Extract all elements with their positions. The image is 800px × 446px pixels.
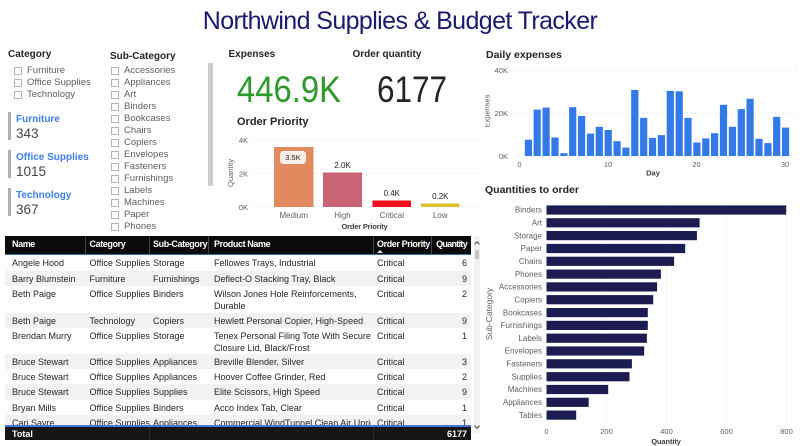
svg-text:20: 20 <box>692 160 700 169</box>
svg-text:10: 10 <box>604 160 612 169</box>
svg-text:Furnishings: Furnishings <box>501 321 542 330</box>
svg-text:Fasteners: Fasteners <box>506 360 542 369</box>
svg-text:2K: 2K <box>239 170 248 179</box>
svg-text:Medium: Medium <box>279 211 308 220</box>
svg-text:Supplies: Supplies <box>511 372 542 381</box>
svg-text:Quantity: Quantity <box>651 437 682 446</box>
svg-text:Storage: Storage <box>514 231 543 240</box>
svg-text:Envelopes: Envelopes <box>505 347 542 356</box>
svg-text:Machines: Machines <box>508 385 542 394</box>
svg-text:0K: 0K <box>499 152 508 161</box>
svg-text:446.9K: 446.9K <box>237 69 341 110</box>
svg-text:0: 0 <box>544 427 548 436</box>
svg-text:Bookcases: Bookcases <box>503 308 542 317</box>
svg-text:40K: 40K <box>495 66 508 75</box>
svg-text:200: 200 <box>600 427 613 436</box>
svg-text:Day: Day <box>646 169 661 178</box>
svg-text:Art: Art <box>532 219 543 228</box>
svg-text:Order Priority: Order Priority <box>342 222 389 231</box>
svg-text:30: 30 <box>781 160 789 169</box>
svg-text:Labels: Labels <box>518 334 542 343</box>
svg-text:Chairs: Chairs <box>519 257 542 266</box>
svg-text:Binders: Binders <box>515 206 542 215</box>
svg-text:6177: 6177 <box>377 69 447 110</box>
svg-text:0K: 0K <box>239 203 248 212</box>
svg-text:Paper: Paper <box>521 244 543 253</box>
svg-text:400: 400 <box>660 427 673 436</box>
svg-text:0.4K: 0.4K <box>384 189 401 198</box>
svg-text:Tables: Tables <box>519 411 542 420</box>
svg-text:0: 0 <box>517 160 521 169</box>
svg-text:Phones: Phones <box>515 270 542 279</box>
svg-text:Expenses: Expenses <box>485 94 492 127</box>
svg-text:20K: 20K <box>495 109 508 118</box>
svg-text:Sub-Category: Sub-Category <box>485 287 494 340</box>
svg-text:Appliances: Appliances <box>503 398 542 407</box>
svg-text:Low: Low <box>433 211 448 220</box>
svg-text:4K: 4K <box>239 136 248 145</box>
svg-text:2.0K: 2.0K <box>334 161 351 170</box>
svg-text:High: High <box>334 211 350 220</box>
svg-text:Quantity: Quantity <box>226 159 235 187</box>
svg-text:Copiers: Copiers <box>514 295 542 304</box>
svg-text:3.5K: 3.5K <box>285 153 300 162</box>
svg-text:600: 600 <box>720 427 733 436</box>
svg-text:800: 800 <box>780 427 793 436</box>
svg-text:Critical: Critical <box>380 211 405 220</box>
svg-text:0.2K: 0.2K <box>432 192 449 201</box>
svg-text:Accessories: Accessories <box>499 283 542 292</box>
